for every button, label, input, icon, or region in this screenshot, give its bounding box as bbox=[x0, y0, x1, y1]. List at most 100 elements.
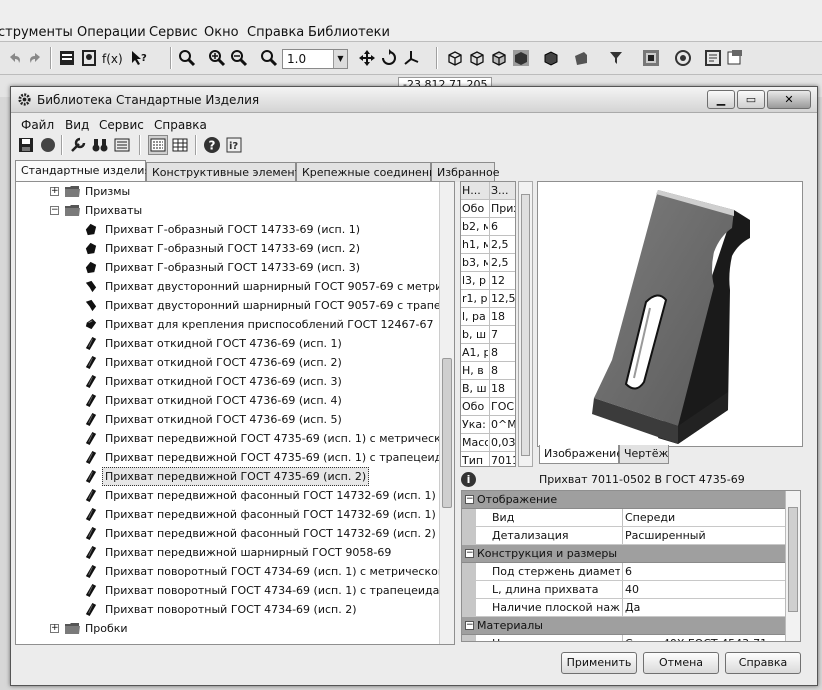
zoom-in-icon[interactable] bbox=[208, 49, 226, 67]
property-row[interactable]: НаименованиеСталь 40Х ГОСТ 4543-71 bbox=[462, 635, 785, 641]
spec-icon[interactable] bbox=[704, 49, 722, 67]
shaded-icon[interactable] bbox=[512, 49, 530, 67]
list-view-icon[interactable] bbox=[113, 136, 131, 154]
cancel-button[interactable]: Отмена bbox=[643, 652, 719, 674]
rotate-icon[interactable] bbox=[380, 49, 398, 67]
parameter-scrollbar[interactable] bbox=[518, 181, 533, 467]
help-button[interactable]: Справка bbox=[725, 652, 801, 674]
zoom-combo[interactable]: 1.0 ▼ bbox=[282, 49, 348, 69]
hidden-lines-icon[interactable] bbox=[468, 49, 486, 67]
tab-fastener-joints[interactable]: Крепежные соединения bbox=[296, 162, 443, 182]
property-value[interactable]: 6 bbox=[622, 563, 785, 580]
property-group[interactable]: − Отображение bbox=[462, 491, 785, 509]
report-icon[interactable] bbox=[726, 49, 744, 67]
undo-icon[interactable] bbox=[6, 49, 24, 67]
function-icon[interactable]: f(x) bbox=[102, 52, 123, 70]
table-view-icon[interactable] bbox=[171, 136, 189, 154]
property-row[interactable]: Детализация Расширенный bbox=[462, 527, 785, 545]
stop-icon[interactable] bbox=[39, 136, 57, 154]
wrench-icon[interactable] bbox=[69, 136, 87, 154]
parameter-row[interactable]: b2, м6 bbox=[461, 218, 515, 236]
parameter-row[interactable]: Обо Прих bbox=[461, 200, 515, 218]
parameter-row[interactable]: l3, р 12 bbox=[461, 272, 515, 290]
tree-scrollbar[interactable] bbox=[439, 182, 454, 644]
pan-icon[interactable] bbox=[358, 49, 376, 67]
zoom-window-icon[interactable] bbox=[178, 49, 196, 67]
host-menu-help[interactable]: Справка bbox=[247, 25, 304, 40]
property-value[interactable]: Сталь 40Х ГОСТ 4543-71 bbox=[622, 635, 785, 641]
info-help-icon[interactable]: i? bbox=[225, 136, 243, 154]
parameter-row[interactable]: r1, р 12,5 bbox=[461, 290, 515, 308]
collapse-icon[interactable]: − bbox=[50, 206, 59, 215]
chevron-down-icon[interactable]: ▼ bbox=[333, 50, 347, 68]
parameter-scroll-thumb[interactable] bbox=[521, 194, 530, 456]
property-row[interactable]: Наличие плоской нажимДа bbox=[462, 599, 785, 617]
wireframe-icon[interactable] bbox=[446, 49, 464, 67]
parameter-row[interactable]: H, в 8 bbox=[461, 362, 515, 380]
manager-icon[interactable] bbox=[674, 49, 692, 67]
parameter-row[interactable]: Обо ГОС bbox=[461, 398, 515, 416]
perspective-icon[interactable] bbox=[572, 49, 590, 67]
zoom-out-icon[interactable] bbox=[230, 49, 248, 67]
property-value[interactable]: Спереди bbox=[622, 509, 785, 526]
host-menu-tools[interactable]: струменты bbox=[0, 25, 73, 40]
binoculars-icon[interactable] bbox=[91, 136, 109, 154]
parameter-row[interactable]: Масс 0,03 bbox=[461, 434, 515, 452]
tab-favorites[interactable]: Избранное bbox=[431, 162, 499, 182]
menu-view[interactable]: Вид bbox=[65, 118, 89, 132]
collapse-icon[interactable]: − bbox=[465, 621, 474, 630]
tree-scroll-thumb[interactable] bbox=[442, 358, 452, 508]
host-menu-service[interactable]: Сервис bbox=[149, 25, 198, 40]
host-menu-operations[interactable]: Операции bbox=[77, 25, 146, 40]
layers-icon[interactable] bbox=[58, 49, 76, 67]
save-icon[interactable] bbox=[17, 136, 35, 154]
property-group[interactable]: − Материалы bbox=[462, 617, 785, 635]
redo-icon[interactable] bbox=[26, 49, 44, 67]
parameter-name-header[interactable]: Н... bbox=[462, 182, 488, 199]
parameter-row[interactable]: h1, м2,5 bbox=[461, 236, 515, 254]
zoom-scale-icon[interactable] bbox=[260, 49, 278, 67]
parameter-value-header[interactable]: З... bbox=[489, 182, 515, 199]
parameter-row[interactable]: b3, м2,5 bbox=[461, 254, 515, 272]
parameter-table[interactable]: Н... З... ОбоПрихb2, м6h1, м2,5b3, м2,5l… bbox=[460, 181, 516, 467]
property-row[interactable]: Под стержень диаметро6 bbox=[462, 563, 785, 581]
maximize-button[interactable]: ▭ bbox=[737, 90, 765, 109]
minimize-button[interactable]: ▁ bbox=[707, 90, 735, 109]
filter-icon[interactable] bbox=[608, 49, 626, 67]
icons-view-icon[interactable] bbox=[148, 135, 168, 155]
menu-help[interactable]: Справка bbox=[154, 118, 207, 132]
property-scrollbar[interactable] bbox=[785, 491, 800, 641]
collapse-icon[interactable]: − bbox=[465, 495, 474, 504]
help-icon[interactable]: ? bbox=[203, 136, 221, 154]
property-value[interactable]: 40 bbox=[622, 581, 785, 598]
parts-tree[interactable]: + Призмы − Прихваты Прихват Г-образный ГОСТ … bbox=[15, 181, 455, 645]
property-value[interactable]: Да bbox=[622, 599, 785, 616]
apply-button[interactable]: Применить bbox=[561, 652, 637, 674]
parameter-row[interactable]: Тип 7011 bbox=[461, 452, 515, 466]
parameter-row[interactable]: l, ра 18 bbox=[461, 308, 515, 326]
orientation-icon[interactable] bbox=[402, 49, 420, 67]
property-row[interactable]: L, длина прихвата 40 bbox=[462, 581, 785, 599]
thin-lines-icon[interactable] bbox=[490, 49, 508, 67]
library-icon[interactable] bbox=[642, 49, 660, 67]
parameter-row[interactable]: B, ш 18 bbox=[461, 380, 515, 398]
parameter-row[interactable]: A1, р8 bbox=[461, 344, 515, 362]
parameter-row[interactable]: b, ш7 bbox=[461, 326, 515, 344]
menu-file[interactable]: Файл bbox=[21, 118, 54, 132]
tab-image[interactable]: Изображение bbox=[539, 445, 623, 464]
expand-icon[interactable]: + bbox=[50, 187, 59, 196]
property-grid[interactable]: − Отображение Вид Спереди Детализация Расшире… bbox=[461, 490, 801, 642]
property-value[interactable]: Расширенный bbox=[622, 527, 785, 544]
expand-icon[interactable]: + bbox=[50, 624, 59, 633]
parameter-row[interactable]: Ука: 0^М bbox=[461, 416, 515, 434]
close-button[interactable]: ✕ bbox=[767, 90, 811, 109]
property-scroll-thumb[interactable] bbox=[788, 507, 798, 612]
shaded-edges-icon[interactable] bbox=[542, 49, 560, 67]
tab-standard-parts[interactable]: Стандартные изделия bbox=[15, 160, 151, 181]
host-menu-libraries[interactable]: Библиотеки bbox=[308, 25, 390, 40]
collapse-icon[interactable]: − bbox=[465, 549, 474, 558]
host-menu-window[interactable]: Окно bbox=[204, 25, 239, 40]
property-group[interactable]: − Конструкция и размеры bbox=[462, 545, 785, 563]
tab-drawing[interactable]: Чертёж bbox=[619, 445, 669, 464]
property-row[interactable]: Вид Спереди bbox=[462, 509, 785, 527]
